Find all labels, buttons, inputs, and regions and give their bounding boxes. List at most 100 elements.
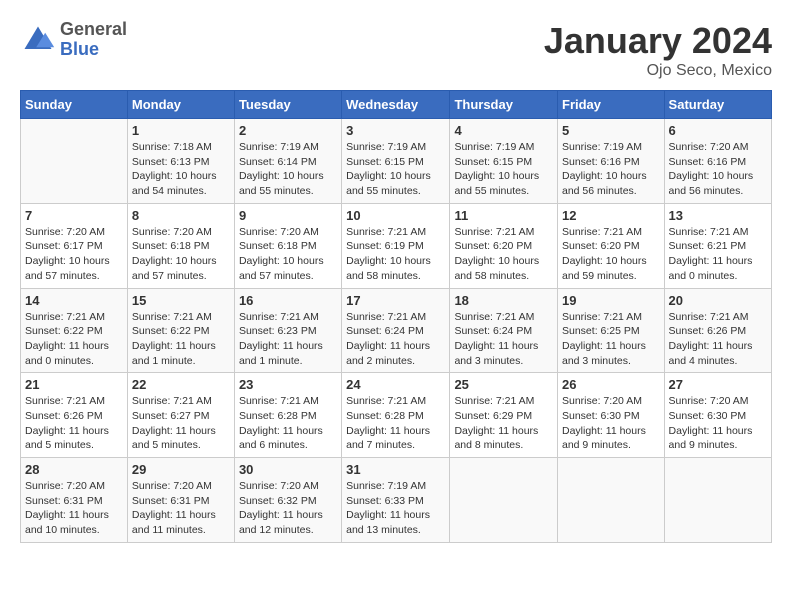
calendar-day-cell: 10Sunrise: 7:21 AMSunset: 6:19 PMDayligh… [342,203,450,288]
calendar-day-cell: 3Sunrise: 7:19 AMSunset: 6:15 PMDaylight… [342,119,450,204]
day-info: Sunrise: 7:21 AMSunset: 6:22 PMDaylight:… [25,310,123,369]
day-info: Sunrise: 7:20 AMSunset: 6:18 PMDaylight:… [132,225,230,284]
calendar-day-cell: 12 Sunrise: 7:21 AMSunset: 6:20 PMDayligh… [558,203,665,288]
calendar-day-cell: 6Sunrise: 7:20 AMSunset: 6:16 PMDaylight… [664,119,771,204]
day-info: Sunrise: 7:19 AMSunset: 6:33 PMDaylight:… [346,479,445,538]
calendar-day-cell: 16 Sunrise: 7:21 AMSunset: 6:23 PMDayligh… [234,288,341,373]
day-number: 17 [346,293,445,308]
day-number: 26 [562,377,660,392]
calendar-day-cell: 23 Sunrise: 7:21 AMSunset: 6:28 PMDayligh… [234,373,341,458]
day-number: 31 [346,462,445,477]
calendar-week-row: 14 Sunrise: 7:21 AMSunset: 6:22 PMDayligh… [21,288,772,373]
day-info: Sunrise: 7:20 AMSunset: 6:16 PMDaylight:… [669,140,767,199]
calendar-day-cell: 31 Sunrise: 7:19 AMSunset: 6:33 PMDayligh… [342,458,450,543]
calendar-day-cell [558,458,665,543]
calendar-week-row: 28 Sunrise: 7:20 AMSunset: 6:31 PMDayligh… [21,458,772,543]
day-number: 4 [454,123,553,138]
day-info: Sunrise: 7:21 AMSunset: 6:22 PMDaylight:… [132,310,230,369]
day-info: Sunrise: 7:19 AMSunset: 6:15 PMDaylight:… [454,140,553,199]
day-number: 8 [132,208,230,223]
calendar-day-cell: 17 Sunrise: 7:21 AMSunset: 6:24 PMDayligh… [342,288,450,373]
calendar-day-cell: 27 Sunrise: 7:20 AMSunset: 6:30 PMDayligh… [664,373,771,458]
day-info: Sunrise: 7:21 AMSunset: 6:28 PMDaylight:… [239,394,337,453]
calendar-day-cell: 2 Sunrise: 7:19 AMSunset: 6:14 PMDaylight… [234,119,341,204]
day-of-week-header: Wednesday [342,91,450,119]
calendar-day-cell: 28 Sunrise: 7:20 AMSunset: 6:31 PMDayligh… [21,458,128,543]
day-number: 14 [25,293,123,308]
page-header: General Blue January 2024 Ojo Seco, Mexi… [20,20,772,80]
day-number: 5 [562,123,660,138]
day-info: Sunrise: 7:21 AMSunset: 6:21 PMDaylight:… [669,225,767,284]
calendar-week-row: 1 Sunrise: 7:18 AMSunset: 6:13 PMDaylight… [21,119,772,204]
day-number: 27 [669,377,767,392]
day-info: Sunrise: 7:21 AMSunset: 6:23 PMDaylight:… [239,310,337,369]
day-info: Sunrise: 7:20 AMSunset: 6:31 PMDaylight:… [25,479,123,538]
day-info: Sunrise: 7:18 AMSunset: 6:13 PMDaylight:… [132,140,230,199]
title-block: January 2024 Ojo Seco, Mexico [544,20,772,80]
calendar-week-row: 7 Sunrise: 7:20 AMSunset: 6:17 PMDaylight… [21,203,772,288]
page-subtitle: Ojo Seco, Mexico [544,62,772,80]
day-number: 2 [239,123,337,138]
day-info: Sunrise: 7:19 AMSunset: 6:16 PMDaylight:… [562,140,660,199]
calendar-body: 1 Sunrise: 7:18 AMSunset: 6:13 PMDaylight… [21,119,772,543]
logo: General Blue [20,20,127,60]
calendar-day-cell: 5 Sunrise: 7:19 AMSunset: 6:16 PMDaylight… [558,119,665,204]
calendar-day-cell: 4 Sunrise: 7:19 AMSunset: 6:15 PMDaylight… [450,119,558,204]
day-number: 29 [132,462,230,477]
calendar-day-cell: 8 Sunrise: 7:20 AMSunset: 6:18 PMDaylight… [127,203,234,288]
day-info: Sunrise: 7:21 AMSunset: 6:24 PMDaylight:… [454,310,553,369]
calendar-day-cell [664,458,771,543]
day-info: Sunrise: 7:21 AMSunset: 6:19 PMDaylight:… [346,225,445,284]
day-info: Sunrise: 7:20 AMSunset: 6:17 PMDaylight:… [25,225,123,284]
day-number: 23 [239,377,337,392]
day-number: 16 [239,293,337,308]
day-info: Sunrise: 7:21 AMSunset: 6:25 PMDaylight:… [562,310,660,369]
days-of-week-row: SundayMondayTuesdayWednesdayThursdayFrid… [21,91,772,119]
day-number: 19 [562,293,660,308]
day-number: 12 [562,208,660,223]
day-number: 24 [346,377,445,392]
day-number: 7 [25,208,123,223]
day-number: 28 [25,462,123,477]
day-info: Sunrise: 7:20 AMSunset: 6:30 PMDaylight:… [669,394,767,453]
day-info: Sunrise: 7:21 AMSunset: 6:20 PMDaylight:… [562,225,660,284]
calendar-day-cell: 29Sunrise: 7:20 AMSunset: 6:31 PMDayligh… [127,458,234,543]
logo-line1: General [60,20,127,40]
calendar-day-cell: 18Sunrise: 7:21 AMSunset: 6:24 PMDayligh… [450,288,558,373]
day-info: Sunrise: 7:21 AMSunset: 6:24 PMDaylight:… [346,310,445,369]
calendar-day-cell: 1 Sunrise: 7:18 AMSunset: 6:13 PMDaylight… [127,119,234,204]
day-of-week-header: Saturday [664,91,771,119]
calendar-day-cell: 14 Sunrise: 7:21 AMSunset: 6:22 PMDayligh… [21,288,128,373]
calendar-week-row: 21Sunrise: 7:21 AMSunset: 6:26 PMDayligh… [21,373,772,458]
day-info: Sunrise: 7:19 AMSunset: 6:15 PMDaylight:… [346,140,445,199]
calendar-day-cell: 15Sunrise: 7:21 AMSunset: 6:22 PMDayligh… [127,288,234,373]
calendar-day-cell: 22Sunrise: 7:21 AMSunset: 6:27 PMDayligh… [127,373,234,458]
day-number: 25 [454,377,553,392]
day-info: Sunrise: 7:21 AMSunset: 6:26 PMDaylight:… [669,310,767,369]
day-of-week-header: Friday [558,91,665,119]
day-of-week-header: Thursday [450,91,558,119]
day-info: Sunrise: 7:20 AMSunset: 6:18 PMDaylight:… [239,225,337,284]
calendar-day-cell: 26Sunrise: 7:20 AMSunset: 6:30 PMDayligh… [558,373,665,458]
day-number: 11 [454,208,553,223]
day-info: Sunrise: 7:21 AMSunset: 6:28 PMDaylight:… [346,394,445,453]
calendar-day-cell: 13 Sunrise: 7:21 AMSunset: 6:21 PMDayligh… [664,203,771,288]
calendar-day-cell: 25 Sunrise: 7:21 AMSunset: 6:29 PMDayligh… [450,373,558,458]
calendar-header: SundayMondayTuesdayWednesdayThursdayFrid… [21,91,772,119]
day-number: 20 [669,293,767,308]
calendar-table: SundayMondayTuesdayWednesdayThursdayFrid… [20,90,772,543]
calendar-day-cell: 7 Sunrise: 7:20 AMSunset: 6:17 PMDaylight… [21,203,128,288]
day-number: 1 [132,123,230,138]
logo-icon [20,22,56,58]
day-info: Sunrise: 7:21 AMSunset: 6:20 PMDaylight:… [454,225,553,284]
logo-line2: Blue [60,40,127,60]
calendar-day-cell [450,458,558,543]
day-info: Sunrise: 7:21 AMSunset: 6:27 PMDaylight:… [132,394,230,453]
day-info: Sunrise: 7:19 AMSunset: 6:14 PMDaylight:… [239,140,337,199]
day-number: 21 [25,377,123,392]
day-info: Sunrise: 7:21 AMSunset: 6:29 PMDaylight:… [454,394,553,453]
page-title: January 2024 [544,20,772,62]
day-number: 13 [669,208,767,223]
day-number: 30 [239,462,337,477]
calendar-day-cell: 11 Sunrise: 7:21 AMSunset: 6:20 PMDayligh… [450,203,558,288]
